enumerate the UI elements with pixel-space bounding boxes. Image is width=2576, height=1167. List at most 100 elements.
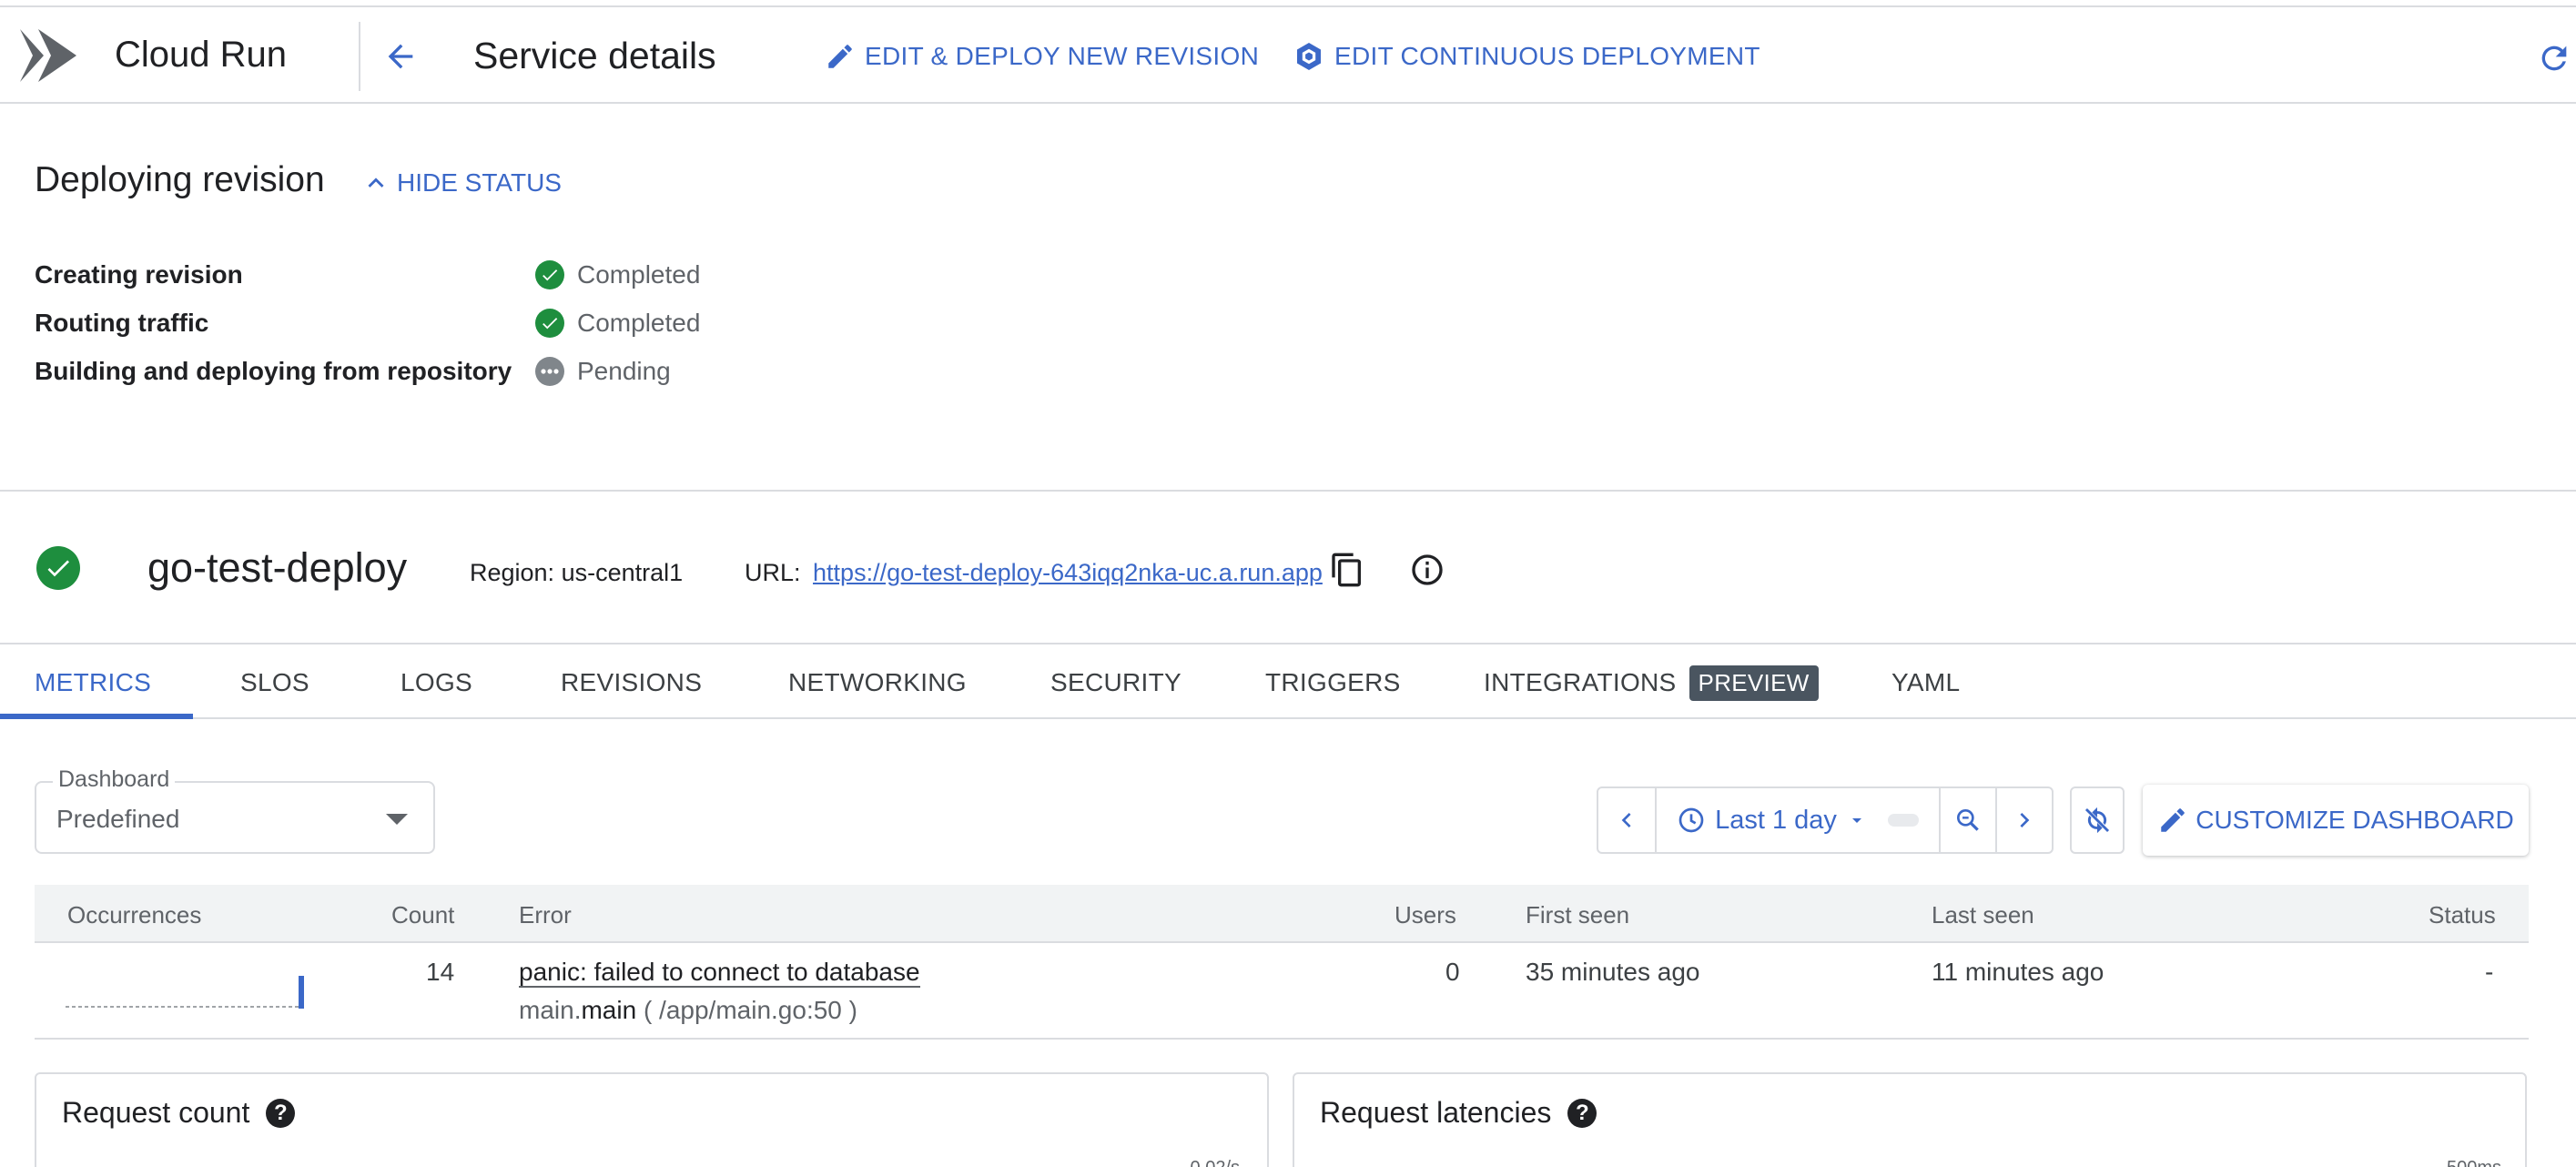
chevron-left-icon (1621, 813, 1631, 827)
back-arrow-icon (388, 44, 413, 69)
error-message[interactable]: panic: failed to connect to database (519, 958, 920, 988)
help-icon[interactable]: ? (266, 1098, 296, 1128)
time-next-button[interactable] (1997, 788, 2052, 852)
check-circle-icon (535, 309, 564, 338)
request-latencies-title: Request latencies (1320, 1096, 1552, 1129)
error-location: main.main ( /app/main.go:50 ) (519, 996, 857, 1025)
column-header: Users (1394, 901, 1456, 929)
error-function: main (581, 996, 637, 1024)
step-status: Pending (535, 357, 671, 386)
tab-integrations[interactable]: INTEGRATIONS PREVIEW (1484, 646, 1819, 719)
tab-slos[interactable]: SLOS (240, 646, 309, 719)
deploying-revision-panel: Deploying revision HIDE STATUS Creating … (0, 104, 2576, 492)
hide-status-label: HIDE STATUS (397, 168, 562, 197)
column-header: Count (391, 901, 455, 929)
column-header: Error (519, 901, 572, 929)
error-last-seen: 11 minutes ago (1932, 958, 2104, 986)
refresh-icon[interactable] (2536, 40, 2572, 76)
error-first-seen: 35 minutes ago (1526, 958, 1700, 986)
deploying-title: Deploying revision (35, 160, 325, 199)
error-file: ( /app/main.go:50 ) (643, 996, 857, 1024)
column-header: First seen (1526, 901, 1630, 929)
edit-deploy-revision-button[interactable]: EDIT & DEPLOY NEW REVISION (825, 35, 1259, 78)
tab-metrics[interactable]: METRICS (35, 646, 151, 719)
tab-networking[interactable]: NETWORKING (788, 646, 967, 719)
back-button[interactable] (377, 33, 424, 80)
pending-icon (535, 357, 564, 386)
caret-down-icon (1851, 818, 1861, 823)
step-creating-revision: Creating revision Completed (35, 260, 854, 297)
sync-off-button[interactable] (2070, 786, 2125, 854)
product-name: Cloud Run (115, 35, 288, 75)
time-range-label: Last 1 day (1715, 805, 1837, 835)
step-routing-traffic: Routing traffic Completed (35, 309, 854, 345)
occurrences-sparkline (66, 1006, 300, 1008)
preview-badge: PREVIEW (1689, 665, 1819, 701)
dashboard-select-label: Dashboard (53, 766, 176, 793)
service-tabs: METRICS SLOS LOGS REVISIONS NETWORKING S… (0, 646, 2576, 719)
error-users: 0 (1445, 958, 1460, 986)
edit-continuous-deployment-button[interactable]: EDIT CONTINUOUS DEPLOYMENT (1293, 35, 1760, 78)
step-label: Creating revision (35, 260, 243, 289)
time-prev-button[interactable] (1598, 788, 1655, 852)
request-count-title: Request count (62, 1096, 250, 1129)
occurrences-spike (299, 976, 304, 1009)
column-header: Last seen (1932, 901, 2034, 929)
time-range-control: Last 1 day (1597, 786, 2054, 854)
hide-status-button[interactable]: HIDE STATUS (360, 167, 562, 198)
step-status: Completed (535, 260, 700, 289)
error-message-link[interactable]: panic: failed to connect to database (519, 958, 920, 988)
dropdown-arrow-icon (386, 814, 408, 825)
error-reporting-table: Occurrences Count Error Users First seen… (35, 885, 2529, 1040)
service-healthy-icon (36, 546, 80, 590)
help-icon[interactable]: ? (1567, 1098, 1597, 1128)
tab-revisions[interactable]: REVISIONS (561, 646, 702, 719)
check-circle-icon (535, 260, 564, 289)
tab-security[interactable]: SECURITY (1050, 646, 1182, 719)
error-function-prefix: main. (519, 996, 582, 1024)
chevron-up-icon (368, 178, 384, 188)
edit-continuous-deployment-label: EDIT CONTINUOUS DEPLOYMENT (1334, 42, 1760, 70)
error-count: 14 (426, 958, 455, 986)
step-status: Completed (535, 309, 700, 338)
clock-icon (1678, 807, 1704, 833)
sync-disabled-icon (2084, 807, 2110, 834)
cloud-run-logo (20, 29, 76, 82)
info-icon[interactable] (1409, 552, 1445, 588)
y-axis-tick: 0.02/s (1191, 1158, 1240, 1167)
customize-dashboard-button[interactable]: CUSTOMIZE DASHBOARD (2143, 785, 2529, 856)
service-url-link[interactable]: https://go-test-deploy-643iqq2nka-uc.a.r… (813, 559, 1323, 586)
error-status: - (2485, 958, 2494, 986)
tab-yaml[interactable]: YAML (1891, 646, 1960, 719)
chevron-right-icon (2020, 813, 2030, 827)
dashboard-select[interactable]: Dashboard Predefined (35, 766, 435, 854)
time-range-select[interactable]: Last 1 day (1657, 788, 1939, 852)
step-status-text: Completed (577, 309, 701, 337)
app-header: Cloud Run Service details EDIT & DEPLOY … (0, 7, 2576, 104)
top-border (0, 0, 2576, 7)
tab-logs[interactable]: LOGS (401, 646, 472, 719)
time-range-toggle[interactable] (1887, 814, 1919, 827)
tab-integrations-label: INTEGRATIONS (1484, 668, 1677, 696)
table-header: Occurrences Count Error Users First seen… (35, 885, 2529, 943)
service-url-label: URL: (745, 559, 801, 586)
service-name: go-test-deploy (147, 544, 408, 591)
copy-icon[interactable] (1329, 552, 1365, 588)
column-header: Status (2429, 901, 2496, 929)
zoom-button[interactable] (1941, 788, 1995, 852)
service-region: Region: us-central1 (470, 559, 684, 586)
step-label: Building and deploying from repository (35, 357, 512, 385)
edit-deploy-revision-label: EDIT & DEPLOY NEW REVISION (865, 42, 1260, 70)
y-axis-tick: 500ms (2447, 1158, 2501, 1167)
continuous-deployment-icon (1297, 43, 1321, 70)
step-status-text: Pending (577, 357, 671, 385)
active-tab-indicator (0, 714, 193, 719)
tab-triggers[interactable]: TRIGGERS (1265, 646, 1401, 719)
column-header: Occurrences (67, 901, 202, 929)
page-title: Service details (473, 35, 716, 76)
service-info-bar: go-test-deploy Region: us-central1 URL: … (0, 492, 2576, 644)
zoom-icon (1957, 809, 1979, 831)
dashboard-select-value: Predefined (56, 805, 180, 833)
pencil-icon (2161, 808, 2185, 832)
request-latencies-card: Request latencies ? 500ms (1293, 1072, 2527, 1167)
